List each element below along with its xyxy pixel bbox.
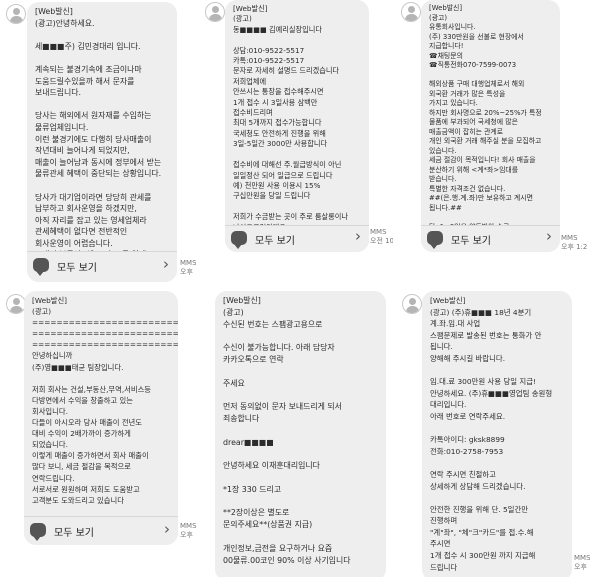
message-bubble: [Web발신] (광고) (주)휴■■■ 18년 4분기 계.좌.임.대 사업 … [422,291,572,577]
avatar [401,2,421,22]
chevron-right-icon: › [546,227,552,245]
message-bubble: [Web발신] (광고) 수신된 번호는 스팸광고용으로 수신이 불가능합니다.… [215,291,386,577]
avatar [6,4,26,24]
message-meta: MMS 오전 10 [370,228,393,245]
message-panel-6: [Web발신] (광고) (주)휴■■■ 18년 4분기 계.좌.임.대 사업 … [398,289,590,577]
see-all-label: 모두 보기 [451,236,491,247]
chat-bubble-icon [30,523,46,541]
see-all-button[interactable]: 모두 보기 › [24,516,178,545]
message-meta: MMS 오후 [574,554,590,571]
chat-bubble-icon [427,231,443,249]
see-all-button[interactable]: 모두 보기 › [225,225,369,252]
message-text: [Web발신] (광고) 동■■■■ 김예리실장입니다 상담:010-9522-… [233,4,348,242]
message-panel-5: [Web발신] (광고) 수신된 번호는 스팸광고용으로 수신이 불가능합니다.… [206,289,396,577]
message-meta: MMS 오후 1:2 [561,234,588,251]
chevron-right-icon: › [164,520,170,538]
message-text: [Web발신] (광고) (주)휴■■■ 18년 4분기 계.좌.임.대 사업 … [430,296,553,572]
avatar [402,294,422,314]
message-bubble: [Web발신] (광고) 유통회사입니다. (주) 330만원을 선불로 현장에… [421,0,560,252]
see-all-label: 모두 보기 [255,236,295,247]
message-bubble: [Web발신] (광고) ======================== ===… [24,291,178,545]
message-text: [Web발신] (광고) ======================== ===… [32,296,178,505]
chevron-right-icon: › [355,227,361,245]
message-text: [Web발신] (광고) 수신된 번호는 스팸광고용으로 수신이 불가능합니다.… [223,296,351,565]
message-panel-3: [Web발신] (광고) 유통회사입니다. (주) 330만원을 선불로 현장에… [398,0,590,254]
message-meta: MMS 오후 [180,259,196,276]
avatar [205,2,225,22]
chat-bubble-icon [33,258,49,276]
message-text: [Web발신] (광고) 유통회사입니다. (주) 330만원을 선불로 현장에… [429,4,542,231]
see-all-label: 모두 보기 [54,528,94,539]
avatar [6,294,26,314]
message-panel-1: [Web발신] (광고)안녕하세요. 세■■■주) 김민경대리 입니다. 계속되… [0,0,196,284]
message-panel-2: [Web발신] (광고) 동■■■■ 김예리실장입니다 상담:010-9522-… [200,0,393,254]
see-all-label: 모두 보기 [57,263,97,274]
message-bubble: [Web발신] (광고) 동■■■■ 김예리실장입니다 상담:010-9522-… [225,0,369,252]
see-all-button[interactable]: 모두 보기 › [27,251,177,282]
chevron-right-icon: › [163,255,169,273]
message-meta: MMS 오후 [180,522,197,539]
see-all-button[interactable]: 모두 보기 › [421,225,560,252]
chat-bubble-icon [231,231,247,249]
message-panel-4: [Web발신] (광고) ======================== ===… [0,289,200,549]
message-text: [Web발신] (광고)안녕하세요. 세■■■주) 김민경대리 입니다. 계속되… [35,7,162,271]
message-bubble: [Web발신] (광고)안녕하세요. 세■■■주) 김민경대리 입니다. 계속되… [27,2,177,282]
